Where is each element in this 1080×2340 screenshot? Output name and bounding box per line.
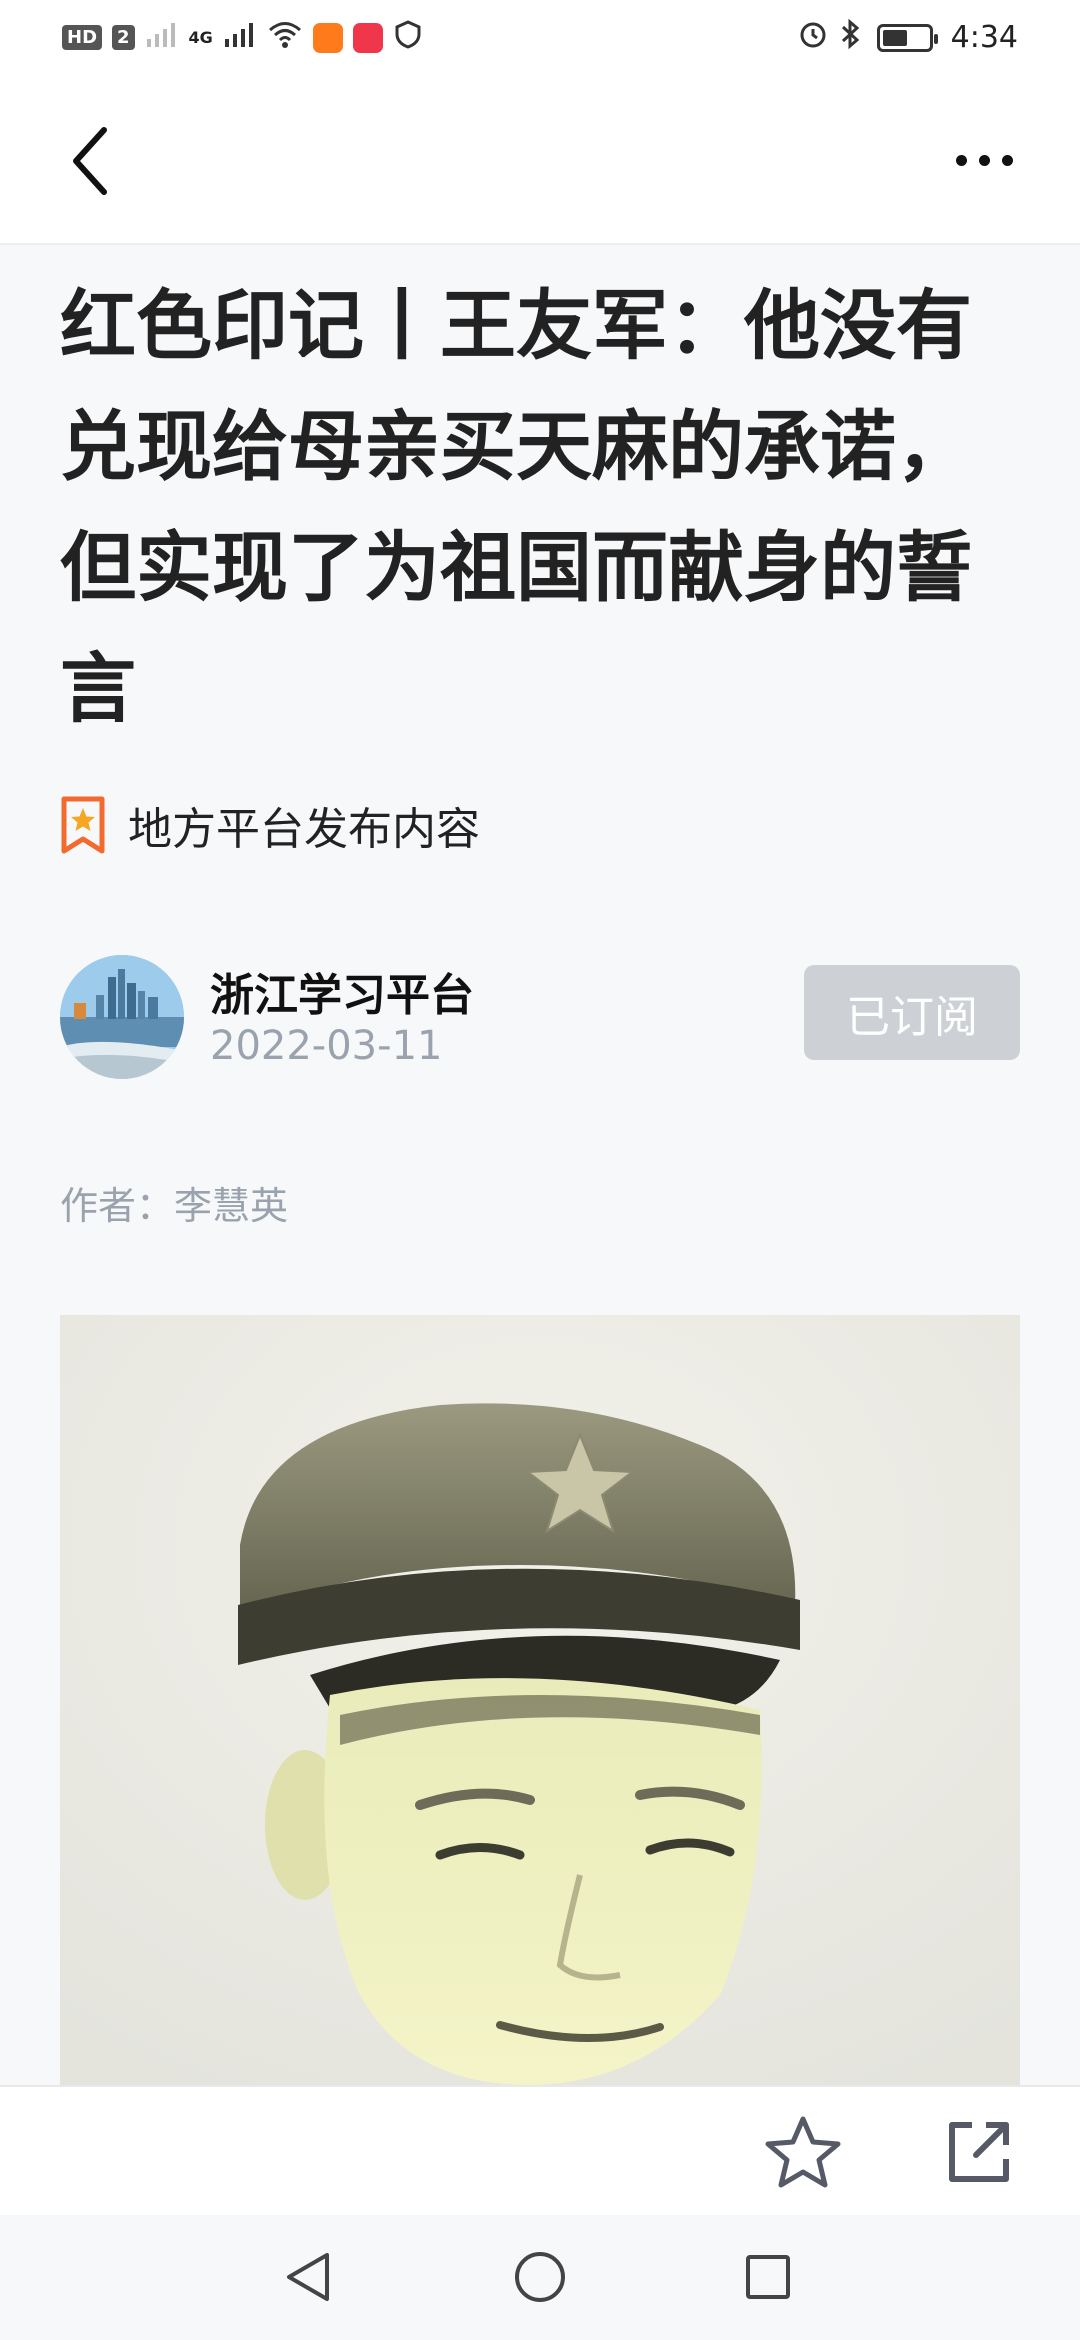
bookmark-star-icon: [61, 796, 105, 854]
app-notification-icon: [352, 22, 383, 53]
wifi-icon: [267, 19, 303, 56]
status-left: HD 2 4G: [62, 19, 423, 56]
star-icon: [765, 2116, 841, 2188]
home-circle-icon: [515, 2252, 565, 2302]
article-photo[interactable]: [60, 1315, 1020, 2085]
favorite-button[interactable]: [760, 2109, 846, 2195]
chevron-left-icon: [73, 127, 107, 195]
recents-square-icon: [746, 2255, 790, 2299]
top-nav-bar: [0, 75, 1080, 245]
app-notification-icon: [312, 22, 343, 53]
shield-icon: [393, 19, 423, 56]
bluetooth-icon: [839, 18, 861, 57]
signal-icon: [223, 19, 257, 56]
hd-badge: HD: [62, 25, 103, 50]
author-line: 作者：李慧英: [60, 1184, 289, 1228]
alarm-icon: [797, 18, 829, 57]
back-button[interactable]: [60, 121, 120, 201]
share-icon: [949, 2122, 1009, 2182]
share-button[interactable]: [936, 2109, 1022, 2195]
system-home-button[interactable]: [500, 2237, 580, 2317]
source-tag: 地方平台发布内容: [60, 793, 480, 857]
system-nav-bar: [0, 2215, 1080, 2340]
publisher-name[interactable]: 浙江学习平台: [210, 959, 474, 1023]
network-label: 4G: [188, 28, 213, 47]
status-right: 4:34: [797, 18, 1018, 57]
clock: 4:34: [950, 20, 1018, 55]
article-content[interactable]: 红色印记丨王友军：他没有兑现给母亲买天麻的承诺，但实现了为祖国而献身的誓言 地方…: [0, 245, 1080, 2085]
battery-icon: [876, 23, 938, 52]
status-bar: HD 2 4G 4:34: [0, 0, 1080, 75]
source-tag-label: 地方平台发布内容: [128, 804, 480, 855]
publish-date: 2022-03-11: [210, 1023, 443, 1069]
system-recents-button[interactable]: [728, 2237, 808, 2317]
more-dots-icon: [1001, 154, 1013, 166]
subscribe-button[interactable]: 已订阅: [804, 965, 1020, 1060]
system-back-button[interactable]: [268, 2237, 348, 2317]
publisher-avatar[interactable]: [60, 955, 184, 1079]
battery-level: [882, 29, 907, 46]
sim-signal-icon: [145, 19, 179, 56]
more-dots-icon: [978, 154, 990, 166]
publisher-row: 浙江学习平台 2022-03-11 已订阅: [60, 955, 1020, 1085]
back-triangle-icon: [287, 2253, 329, 2301]
more-options-button[interactable]: [944, 135, 1024, 185]
bottom-toolbar: [0, 2085, 1080, 2215]
more-dots-icon: [955, 154, 967, 166]
sim-badge: 2: [112, 25, 135, 50]
article-title: 红色印记丨王友军：他没有兑现给母亲买天麻的承诺，但实现了为祖国而献身的誓言: [60, 281, 972, 733]
